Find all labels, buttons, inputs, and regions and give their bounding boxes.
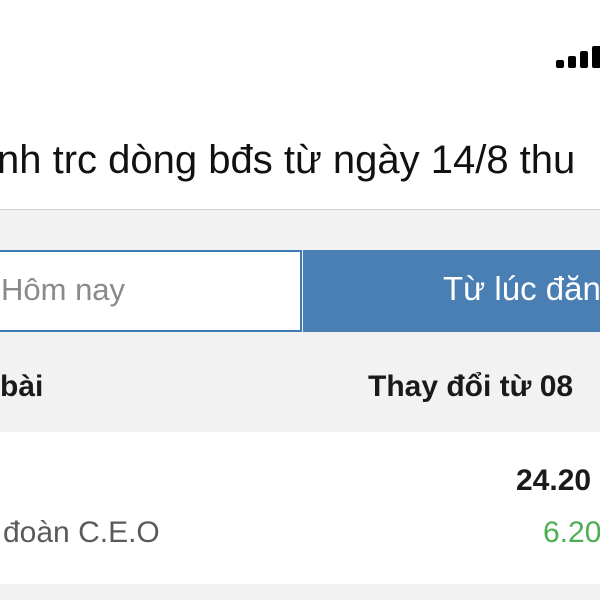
segment-since-posted-label: Từ lúc đăn bbox=[443, 270, 600, 307]
table-header: bài Thay đổi từ 08 bbox=[0, 352, 600, 432]
time-range-segmented-control: Hôm nay Từ lúc đăn bbox=[0, 250, 600, 332]
segment-since-posted-button[interactable]: Từ lúc đăn bbox=[303, 250, 600, 332]
segment-today-label: Hôm nay bbox=[1, 272, 126, 307]
signal-bar bbox=[580, 51, 588, 68]
row-value: 24.20 bbox=[516, 464, 592, 497]
status-bar bbox=[0, 0, 600, 90]
column-header-post: bài bbox=[0, 370, 44, 403]
signal-bar bbox=[568, 56, 576, 68]
cellular-signal-icon bbox=[556, 44, 600, 68]
segment-today-button[interactable]: Hôm nay bbox=[0, 250, 302, 332]
table-row[interactable]: 24.20 đoàn C.E.O 6.20 bbox=[0, 432, 600, 582]
signal-bar bbox=[556, 60, 564, 68]
signal-bar bbox=[592, 46, 600, 68]
column-header-change: Thay đổi từ 08 bbox=[368, 370, 574, 403]
app-screen: nh trc dòng bđs từ ngày 14/8 thu Hôm nay… bbox=[0, 0, 600, 600]
row-separator bbox=[0, 584, 600, 600]
page-title: nh trc dòng bđs từ ngày 14/8 thu bbox=[0, 138, 576, 182]
row-delta: 6.20 bbox=[543, 516, 600, 549]
row-name: đoàn C.E.O bbox=[3, 516, 160, 549]
